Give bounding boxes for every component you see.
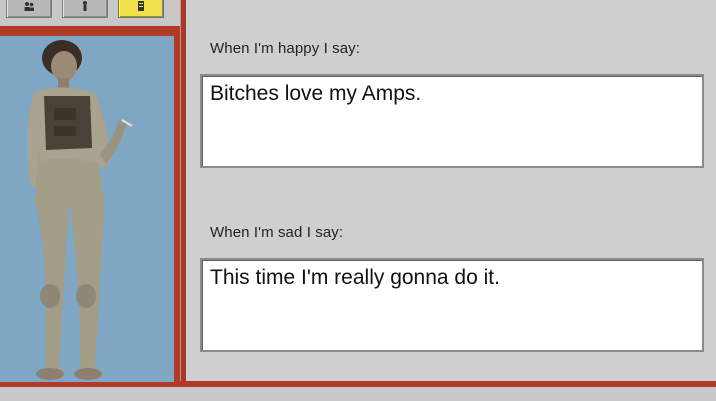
- people-tool-button[interactable]: [6, 0, 52, 18]
- character-portrait: [0, 36, 174, 382]
- document-tool-button[interactable]: [118, 0, 164, 18]
- character-profile-window: When I'm happy I say: Bitches love my Am…: [0, 0, 716, 401]
- happy-quote-field[interactable]: Bitches love my Amps.: [200, 74, 704, 168]
- sad-quote-field[interactable]: This time I'm really gonna do it.: [200, 258, 704, 352]
- quotes-panel: When I'm happy I say: Bitches love my Am…: [186, 0, 716, 382]
- people-icon: [23, 0, 35, 15]
- happy-quote-label: When I'm happy I say:: [210, 40, 361, 57]
- figure-tool-button[interactable]: [62, 0, 108, 18]
- document-icon: [135, 0, 147, 15]
- toolbar: [0, 0, 178, 18]
- footer-area: [0, 387, 716, 401]
- figure-icon: [79, 0, 91, 15]
- character-figure-image: [0, 36, 174, 382]
- sad-quote-label: When I'm sad I say:: [210, 224, 344, 241]
